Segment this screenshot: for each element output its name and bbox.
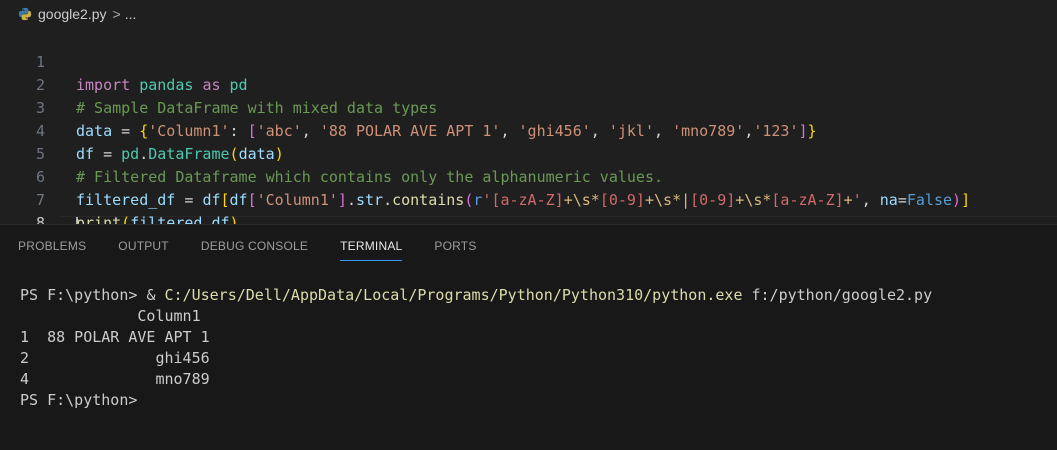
bottom-panel: PROBLEMS OUTPUT DEBUG CONSOLE TERMINAL P… <box>0 224 1057 450</box>
tab-output[interactable]: OUTPUT <box>104 225 183 265</box>
breadcrumb-file[interactable]: google2.py <box>38 6 107 22</box>
terminal-output-header: Column1 <box>20 307 201 325</box>
terminal-output[interactable]: PS F:\python> & C:/Users/Dell/AppData/Lo… <box>20 285 932 411</box>
code-editor[interactable]: 1 import pandas as pd 2 # Sample DataFra… <box>0 28 1057 239</box>
terminal-output-row: 2 ghi456 <box>20 349 210 367</box>
terminal-output-row: 4 mno789 <box>20 370 210 388</box>
tab-terminal[interactable]: TERMINAL <box>326 225 416 265</box>
tab-problems[interactable]: PROBLEMS <box>4 225 100 265</box>
panel-tabs: PROBLEMS OUTPUT DEBUG CONSOLE TERMINAL P… <box>0 225 491 265</box>
terminal-command-line: PS F:\python> & C:/Users/Dell/AppData/Lo… <box>20 286 933 304</box>
terminal-output-row: 1 88 POLAR AVE APT 1 <box>20 328 210 346</box>
tab-debug-console[interactable]: DEBUG CONSOLE <box>187 225 322 265</box>
python-file-icon <box>18 7 32 21</box>
tab-ports[interactable]: PORTS <box>420 225 490 265</box>
breadcrumb-more[interactable]: ... <box>125 6 137 22</box>
breadcrumb: google2.py > ... <box>0 0 1057 28</box>
chevron-right-icon: > <box>112 6 121 22</box>
terminal-prompt: PS F:\python> <box>20 391 138 409</box>
